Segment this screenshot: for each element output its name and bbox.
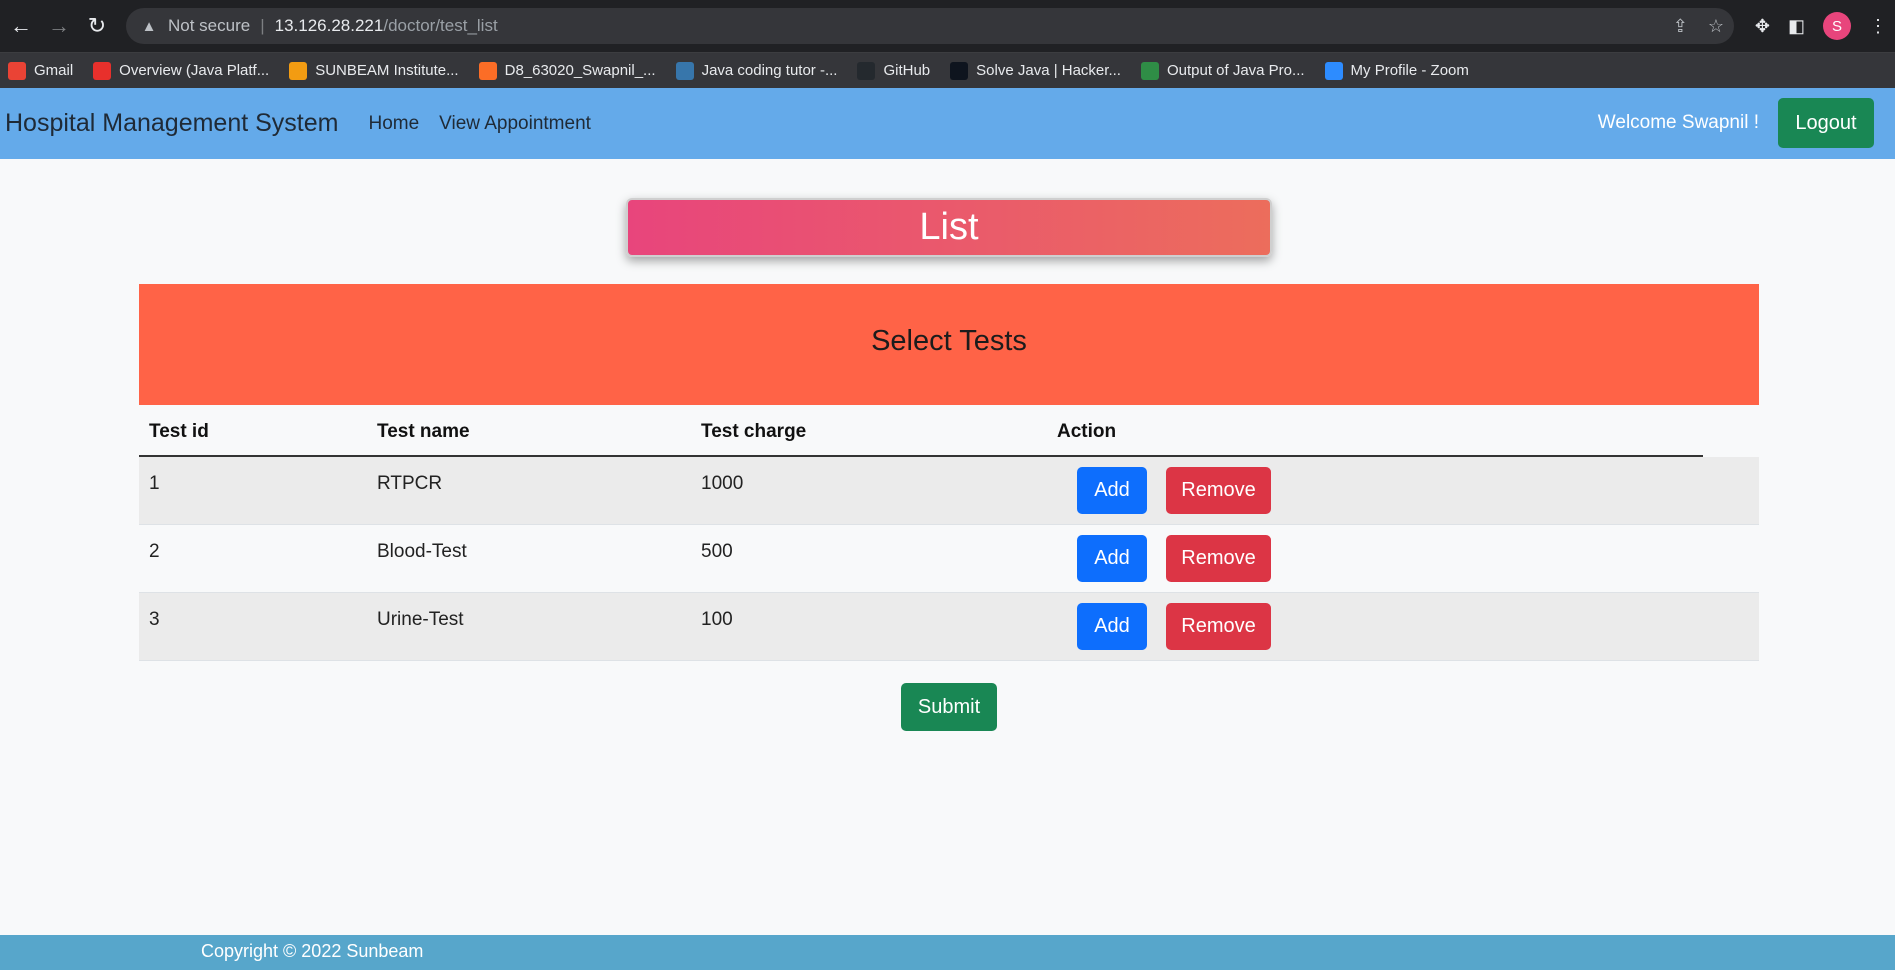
table-row: 2 Blood-Test 500 Add Remove [139, 525, 1759, 593]
cell-test-charge: 100 [701, 609, 733, 630]
brand-title[interactable]: Hospital Management System [5, 109, 338, 138]
table-row: 1 RTPCR 1000 Add Remove [139, 457, 1759, 525]
sunbeam-icon [289, 61, 308, 80]
footer: Copyright © 2022 Sunbeam [0, 935, 1895, 970]
welcome-text: Welcome Swapnil ! [1597, 112, 1759, 133]
url-host: 13.126.28.221 [274, 16, 384, 35]
cell-test-charge: 500 [701, 541, 733, 562]
list-banner: List [626, 198, 1272, 257]
bookmark-label: Java coding tutor -... [701, 62, 838, 79]
bookmark-item[interactable]: Java coding tutor -... [675, 61, 838, 80]
bookmark-label: Gmail [34, 62, 74, 79]
remove-test-button[interactable]: Remove [1166, 603, 1271, 650]
nav-view-appointment-link[interactable]: View Appointment [439, 113, 591, 135]
submit-button[interactable]: Submit [901, 683, 997, 731]
cell-test-id: 2 [149, 541, 160, 562]
url-path: /doctor/test_list [383, 16, 498, 35]
cell-test-name: RTPCR [377, 473, 443, 494]
remove-test-button[interactable]: Remove [1166, 467, 1271, 514]
geeksforgeeks-icon [1140, 61, 1159, 80]
bookmark-label: My Profile - Zoom [1350, 62, 1469, 79]
bookmark-item[interactable]: Output of Java Pro... [1140, 61, 1305, 80]
add-test-button[interactable]: Add [1077, 603, 1147, 650]
bookmark-item[interactable]: My Profile - Zoom [1324, 61, 1469, 80]
bookmark-item[interactable]: D8_63020_Swapnil_... [478, 61, 656, 80]
address-separator: | [260, 16, 265, 35]
bookmark-item[interactable]: SUNBEAM Institute... [289, 61, 459, 80]
back-arrow-icon[interactable]: ← [4, 9, 38, 43]
app-navbar: Hospital Management System Home View App… [0, 88, 1895, 159]
bookmark-label: Output of Java Pro... [1166, 62, 1305, 79]
not-secure-label: Not secure [168, 16, 251, 35]
profile-avatar[interactable]: S [1823, 12, 1851, 40]
column-header-test-id: Test id [149, 421, 209, 442]
table-row: 3 Urine-Test 100 Add Remove [139, 593, 1759, 661]
warning-icon: ▲ [141, 17, 157, 35]
bookmark-item[interactable]: Overview (Java Platf... [93, 61, 270, 80]
share-icon[interactable]: ⇪ [1673, 16, 1688, 37]
panel-title: Select Tests [139, 284, 1759, 405]
table-header: Test id Test name Test charge Action [139, 405, 1703, 457]
gitlab-icon [478, 61, 497, 80]
zoom-icon [1324, 61, 1343, 80]
bookmark-item[interactable]: Solve Java | Hacker... [950, 61, 1121, 80]
remove-test-button[interactable]: Remove [1166, 535, 1271, 582]
browser-toolbar: ← → ↻ ▲ Not secure | 13.126.28.221/docto… [0, 0, 1895, 52]
reload-icon[interactable]: ↻ [80, 9, 114, 43]
menu-icon[interactable]: ⋮ [1869, 16, 1887, 37]
add-test-button[interactable]: Add [1077, 467, 1147, 514]
bookmark-label: SUNBEAM Institute... [315, 62, 459, 79]
side-panel-icon[interactable]: ◧ [1788, 16, 1805, 37]
python-icon [675, 61, 694, 80]
cell-test-name: Urine-Test [377, 609, 464, 630]
column-header-test-charge: Test charge [701, 421, 807, 442]
bookmark-label: GitHub [883, 62, 931, 79]
bookmark-label: D8_63020_Swapnil_... [504, 62, 656, 79]
gmail-icon [8, 61, 26, 80]
address-bar[interactable]: ▲ Not secure | 13.126.28.221/doctor/test… [126, 8, 1734, 44]
logout-button[interactable]: Logout [1778, 98, 1874, 148]
cell-test-name: Blood-Test [377, 541, 467, 562]
bookmark-item[interactable]: GitHub [857, 61, 931, 80]
bookmarks-bar: Gmail Overview (Java Platf... SUNBEAM Inst… [0, 52, 1895, 88]
bookmark-item[interactable]: Gmail [8, 61, 74, 80]
cell-test-id: 3 [149, 609, 160, 630]
forward-arrow-icon[interactable]: → [42, 9, 76, 43]
github-icon [857, 61, 876, 80]
copyright-text: Copyright © 2022 Sunbeam [201, 941, 424, 961]
nav-home-link[interactable]: Home [368, 113, 419, 135]
cell-test-charge: 1000 [701, 473, 744, 494]
column-header-test-name: Test name [377, 421, 470, 442]
extensions-icon[interactable]: ✥ [1755, 16, 1770, 37]
add-test-button[interactable]: Add [1077, 535, 1147, 582]
column-header-action: Action [1057, 421, 1117, 442]
star-icon[interactable]: ☆ [1708, 16, 1724, 37]
bookmark-label: Solve Java | Hacker... [976, 62, 1121, 79]
cell-test-id: 1 [149, 473, 160, 494]
hackerrank-icon [950, 61, 969, 80]
bookmark-label: Overview (Java Platf... [119, 62, 270, 79]
oracle-icon [93, 61, 112, 80]
